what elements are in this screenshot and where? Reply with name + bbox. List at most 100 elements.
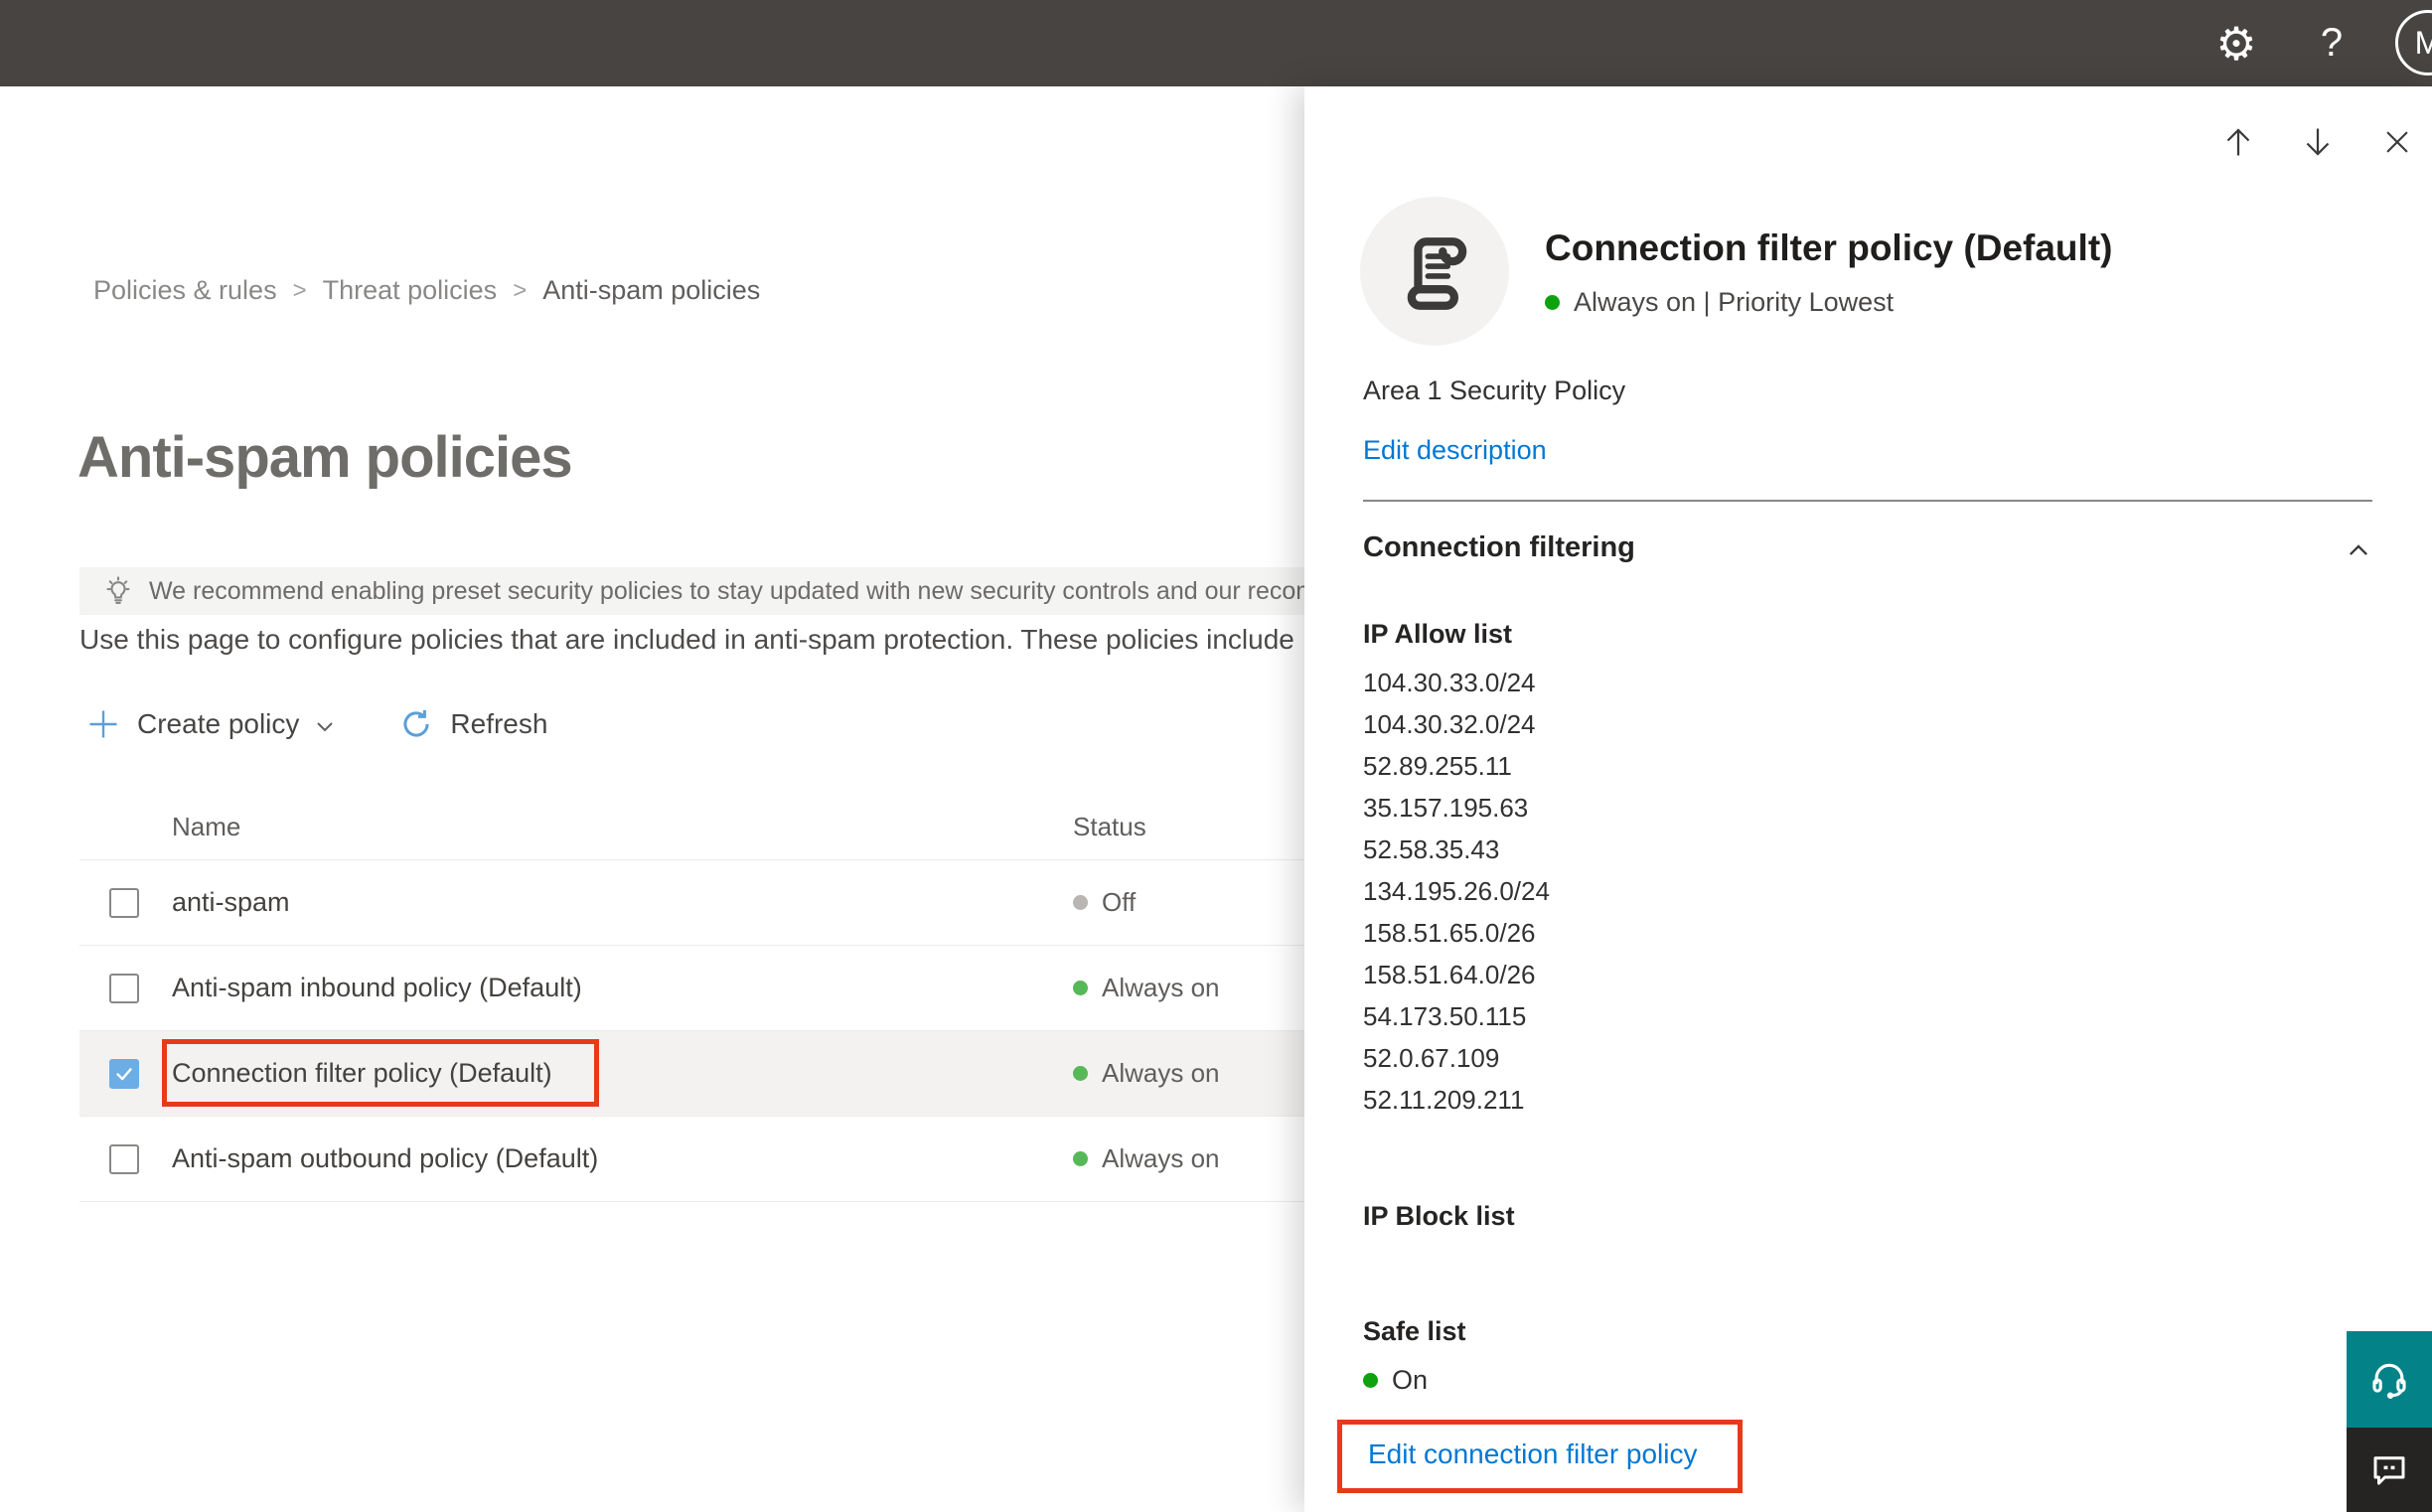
create-policy-button[interactable]: Create policy — [85, 706, 337, 742]
create-policy-label: Create policy — [137, 708, 300, 739]
status-dot-icon — [1073, 895, 1088, 910]
main-content: Policies & rules > Threat policies > Ant… — [0, 86, 1304, 1512]
page-description: Use this page to configure policies that… — [79, 624, 1294, 655]
ip-entry: 52.11.209.211 — [1363, 1085, 1525, 1115]
policy-details-flyout: Connection filter policy (Default) Alway… — [1304, 86, 2432, 1512]
ip-entry: 158.51.64.0/26 — [1363, 960, 1536, 989]
refresh-button[interactable]: Refresh — [398, 706, 547, 742]
status-dot-icon — [1073, 1066, 1088, 1081]
refresh-icon — [403, 709, 430, 737]
ip-entry: 54.173.50.115 — [1363, 1001, 1527, 1031]
safe-list-heading: Safe list — [1363, 1316, 1466, 1346]
highlight-box — [162, 1039, 599, 1107]
flyout-title: Connection filter policy (Default) — [1545, 227, 2113, 268]
banner-text: We recommend enabling preset security po… — [149, 576, 1304, 605]
feedback-button[interactable] — [2347, 1428, 2432, 1512]
next-item-button[interactable] — [2298, 122, 2338, 162]
ip-entry: 52.58.35.43 — [1363, 834, 1500, 864]
status-dot-icon — [1545, 294, 1560, 310]
column-header-status[interactable]: Status — [1073, 812, 1146, 842]
table-row: anti-spam Off — [79, 860, 1304, 946]
flyout-status-text: Always on | Priority Lowest — [1574, 286, 1895, 317]
status-text: Always on — [1102, 1143, 1220, 1173]
plus-icon — [89, 710, 117, 738]
edit-connection-filter-policy-link[interactable]: Edit connection filter policy — [1368, 1438, 1698, 1469]
ip-entry: 52.89.255.11 — [1363, 751, 1512, 781]
page-title: Anti-spam policies — [77, 425, 573, 490]
close-button[interactable] — [2377, 122, 2417, 162]
flyout-nav — [1304, 86, 2432, 181]
feedback-icon — [2373, 1455, 2405, 1485]
previous-item-button[interactable] — [2218, 122, 2258, 162]
policy-table: Name Status anti-spam Off Anti-spam inbo… — [79, 794, 1304, 1202]
account-avatar[interactable]: M — [2395, 10, 2432, 76]
ip-entry: 158.51.65.0/26 — [1363, 918, 1536, 948]
highlight-box: Edit connection filter policy — [1337, 1420, 1743, 1493]
connection-filtering-section-header[interactable]: Connection filtering — [1363, 531, 2372, 564]
support-button[interactable] — [2347, 1331, 2432, 1428]
flyout-title-block: Connection filter policy (Default) Alway… — [1545, 226, 2112, 318]
help-icon: ? — [2320, 21, 2344, 65]
status-badge: Always on — [1073, 1058, 1220, 1089]
settings-button[interactable]: ⚙ — [2204, 0, 2269, 86]
safe-list-status: On — [1363, 1363, 2372, 1397]
ip-entry: 35.157.195.63 — [1363, 793, 1529, 823]
status-dot-icon — [1073, 1151, 1088, 1166]
row-checkbox-checked[interactable] — [109, 1059, 139, 1089]
policy-name-link[interactable]: Anti-spam outbound policy (Default) — [172, 1143, 598, 1174]
status-text: Always on — [1102, 1058, 1220, 1088]
recommendation-banner: We recommend enabling preset security po… — [79, 567, 1304, 615]
policy-name-link[interactable]: Anti-spam inbound policy (Default) — [172, 973, 582, 1003]
row-checkbox[interactable] — [109, 1144, 139, 1174]
arrow-up-icon — [2226, 128, 2250, 156]
screen: ⚙ ? M Policies & rules > Threat policies… — [0, 0, 2432, 1512]
status-dot-icon — [1363, 1372, 1378, 1388]
flyout-status: Always on | Priority Lowest — [1545, 287, 2112, 318]
ip-entry: 104.30.32.0/24 — [1363, 709, 1536, 739]
ip-allow-list-heading: IP Allow list — [1363, 619, 1513, 649]
table-header-row: Name Status — [79, 794, 1304, 860]
chevron-up-icon[interactable] — [2345, 536, 2372, 564]
gear-icon: ⚙ — [2215, 17, 2257, 70]
status-badge: Always on — [1073, 973, 1220, 1003]
policy-icon-badge — [1360, 197, 1509, 346]
top-app-bar: ⚙ ? M — [0, 0, 2432, 86]
column-header-name[interactable]: Name — [172, 812, 240, 842]
command-bar: Create policy Refresh — [85, 698, 547, 750]
headset-icon — [2372, 1363, 2406, 1399]
flyout-body: Area 1 Security Policy Edit description … — [1304, 374, 2432, 1493]
policy-name-link[interactable]: anti-spam — [172, 887, 290, 918]
chevron-down-icon — [317, 722, 334, 732]
divider — [1363, 500, 2372, 502]
ip-block-list-heading: IP Block list — [1363, 1201, 1515, 1231]
close-icon — [2386, 131, 2408, 153]
breadcrumb-policies-rules[interactable]: Policies & rules — [93, 275, 277, 306]
ip-entry: 52.0.67.109 — [1363, 1043, 1500, 1073]
breadcrumb: Policies & rules > Threat policies > Ant… — [93, 275, 760, 306]
row-checkbox[interactable] — [109, 888, 139, 918]
breadcrumb-separator-icon: > — [292, 276, 307, 304]
status-text: Always on — [1102, 973, 1220, 1002]
breadcrumb-separator-icon: > — [513, 276, 528, 304]
edit-description-link[interactable]: Edit description — [1363, 435, 1547, 465]
ip-allow-list: 104.30.33.0/24 104.30.32.0/24 52.89.255.… — [1363, 662, 2372, 1121]
table-row: Anti-spam outbound policy (Default) Alwa… — [79, 1117, 1304, 1202]
avatar-initial: M — [2414, 24, 2432, 61]
status-text: Off — [1102, 887, 1137, 917]
flyout-header: Connection filter policy (Default) Alway… — [1304, 197, 2432, 346]
status-dot-icon — [1073, 981, 1088, 995]
help-button[interactable]: ? — [2301, 0, 2362, 86]
refresh-label: Refresh — [450, 708, 548, 739]
check-icon — [116, 1068, 132, 1081]
policy-description: Area 1 Security Policy — [1363, 376, 1626, 405]
ip-entry: 104.30.33.0/24 — [1363, 668, 1536, 697]
breadcrumb-threat-policies[interactable]: Threat policies — [323, 275, 498, 306]
lightbulb-icon — [106, 576, 130, 604]
ip-entry: 134.195.26.0/24 — [1363, 876, 1550, 906]
table-row: Anti-spam inbound policy (Default) Alway… — [79, 946, 1304, 1031]
safe-list-status-text: On — [1392, 1365, 1429, 1395]
row-checkbox[interactable] — [109, 974, 139, 1003]
arrow-down-icon — [2306, 128, 2330, 156]
status-badge: Off — [1073, 887, 1136, 918]
section-title: Connection filtering — [1363, 531, 1635, 563]
